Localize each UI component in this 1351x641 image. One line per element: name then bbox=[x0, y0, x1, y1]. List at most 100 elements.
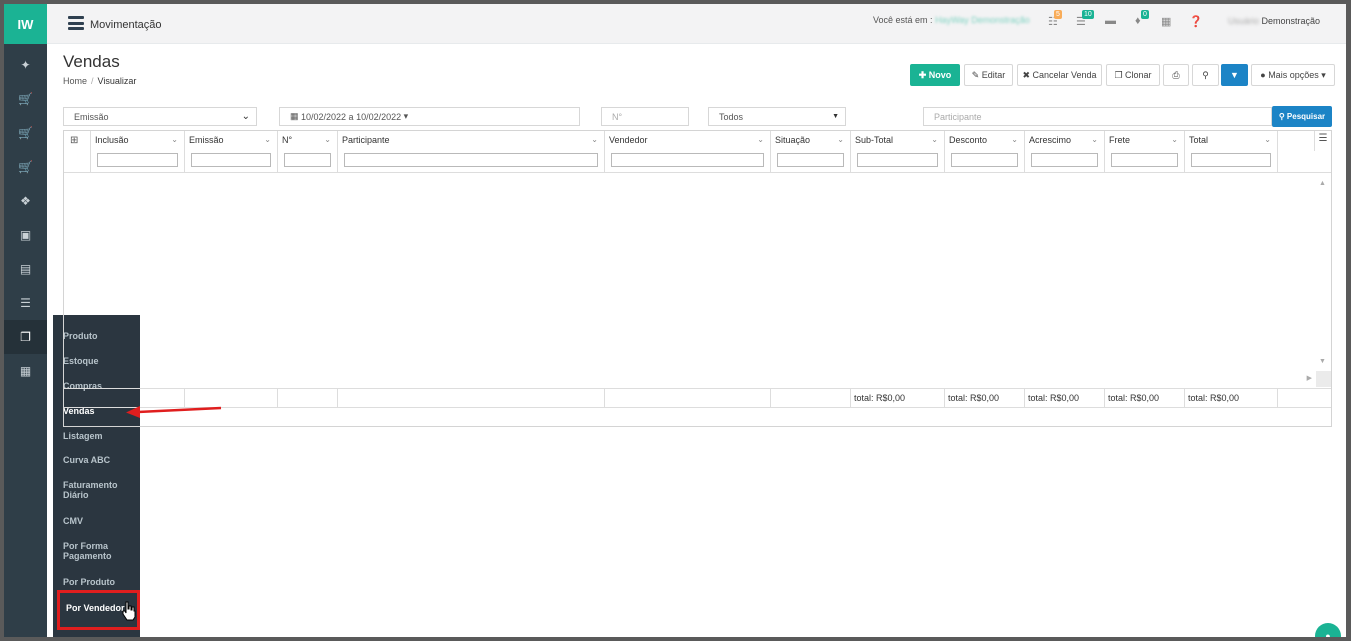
col-frete[interactable]: Frete ⌄ bbox=[1105, 131, 1185, 173]
situacao-filter-input[interactable] bbox=[777, 153, 844, 167]
footer-acrescimo: total: R$0,00 bbox=[1025, 389, 1105, 408]
reports-icon[interactable]: ❐ bbox=[4, 320, 47, 354]
clonar-button[interactable]: ❐ Clonar bbox=[1106, 64, 1160, 86]
scroll-down-icon[interactable]: ▼ bbox=[1319, 358, 1326, 365]
chevron-down-icon: ⌄ bbox=[1171, 135, 1178, 144]
tasks-icon[interactable]: ☰ 10 bbox=[1076, 10, 1094, 28]
app-window: IW ✦ 🛒 🛒 🛒 ❖ ▣ ▤ ☰ ❐ ▦ Produto Estoque C… bbox=[0, 0, 1351, 641]
numero-filter-input[interactable] bbox=[284, 153, 331, 167]
footer-subtotal: total: R$0,00 bbox=[851, 389, 945, 408]
pin-icon[interactable]: ✦ bbox=[4, 48, 47, 82]
col-numero[interactable]: N° ⌄ bbox=[278, 131, 338, 173]
chat-icon[interactable]: ● bbox=[1315, 623, 1341, 637]
col-vendedor[interactable]: Vendedor ⌄ bbox=[605, 131, 771, 173]
chevron-down-icon: ⌄ bbox=[1011, 135, 1018, 144]
card-icon[interactable]: ▬ bbox=[1105, 15, 1116, 27]
inclusao-filter-input[interactable] bbox=[97, 153, 178, 167]
sitemap-icon[interactable]: ☷ 5 bbox=[1048, 10, 1062, 28]
hamburger-menu-icon[interactable] bbox=[68, 16, 84, 30]
col-total[interactable]: Total ⌄ bbox=[1185, 131, 1278, 173]
footer-cell bbox=[278, 389, 338, 408]
chevron-down-icon: ⌄ bbox=[324, 135, 331, 144]
footer-total: total: R$0,00 bbox=[1185, 389, 1278, 408]
col-emissao[interactable]: Emissão ⌄ bbox=[185, 131, 278, 173]
user-menu[interactable]: Usuário Demonstração bbox=[1228, 16, 1320, 26]
col-situacao[interactable]: Situação ⌄ bbox=[771, 131, 851, 173]
scroll-right-icon[interactable]: ▶ bbox=[1307, 374, 1312, 382]
subtotal-filter-input[interactable] bbox=[857, 153, 938, 167]
menu-item-curva-abc[interactable]: Curva ABC bbox=[53, 455, 140, 480]
inbox-icon[interactable]: ▤ bbox=[4, 252, 47, 286]
date-type-select[interactable]: Emissão ⌄ bbox=[63, 107, 257, 126]
help-icon[interactable]: ❓ bbox=[1189, 15, 1203, 28]
emissao-filter-input[interactable] bbox=[191, 153, 271, 167]
document-icon[interactable]: ▦ bbox=[4, 354, 47, 388]
cart-icon[interactable]: 🛒 bbox=[4, 150, 47, 184]
plus-icon: ✚ bbox=[918, 69, 929, 80]
breadcrumb-home[interactable]: Home bbox=[63, 76, 87, 86]
vertical-scrollbar[interactable]: ▲ ▼ bbox=[1317, 174, 1331, 371]
chevron-down-icon: ⌄ bbox=[264, 135, 271, 144]
notification-badge: 0 bbox=[1141, 10, 1149, 19]
participante-filter-input[interactable] bbox=[344, 153, 598, 167]
user-prefix: Usuário bbox=[1227, 16, 1259, 26]
vendedor-filter-input[interactable] bbox=[611, 153, 764, 167]
notification-badge: 5 bbox=[1054, 10, 1062, 19]
copy-icon: ❐ bbox=[1114, 69, 1126, 80]
caret-down-icon: ▾ bbox=[401, 111, 409, 121]
numero-input[interactable]: N° bbox=[601, 107, 689, 126]
filter-button[interactable]: ▼ bbox=[1221, 64, 1248, 86]
status-select[interactable]: Todos ▼ bbox=[708, 107, 846, 126]
col-inclusao[interactable]: Inclusão ⌄ bbox=[91, 131, 185, 173]
acrescimo-filter-input[interactable] bbox=[1031, 153, 1098, 167]
editar-button[interactable]: ✎ Editar bbox=[964, 64, 1013, 86]
app-logo[interactable]: IW bbox=[4, 4, 47, 44]
novo-button[interactable]: ✚ Novo bbox=[910, 64, 960, 86]
footer-desconto: total: R$0,00 bbox=[945, 389, 1025, 408]
search-icon: ⚲ bbox=[1202, 69, 1209, 80]
cubes-icon[interactable]: ❖ bbox=[4, 184, 47, 218]
caret-down-icon: ▾ bbox=[1318, 69, 1326, 80]
mais-opcoes-button[interactable]: ● Mais opções ▾ bbox=[1251, 64, 1335, 86]
menu-item-cmv[interactable]: CMV bbox=[53, 516, 140, 541]
cancelar-venda-button[interactable]: ✖ Cancelar Venda bbox=[1017, 64, 1102, 86]
menu-item-por-vendedor[interactable]: Por Vendedor bbox=[66, 603, 125, 613]
col-acrescimo[interactable]: Acrescimo ⌄ bbox=[1025, 131, 1105, 173]
chevron-down-icon: ⌄ bbox=[837, 135, 844, 144]
cart-icon[interactable]: 🛒 bbox=[4, 82, 47, 116]
col-participante[interactable]: Participante ⌄ bbox=[338, 131, 605, 173]
list-icon[interactable]: ☰ bbox=[4, 286, 47, 320]
menu-item-faturamento-diario[interactable]: Faturamento Diário bbox=[53, 480, 140, 516]
bell-icon[interactable]: ♦ 0 bbox=[1135, 10, 1149, 27]
calendar-icon[interactable]: ▦ bbox=[1161, 15, 1171, 28]
search-button[interactable]: ⚲ bbox=[1192, 64, 1219, 86]
column-menu-icon[interactable]: ☰ bbox=[1314, 131, 1331, 151]
date-range-picker[interactable]: ▦ 10/02/2022 a 10/02/2022 ▾ bbox=[279, 107, 580, 126]
plus-square-icon[interactable]: ⊞ bbox=[70, 135, 78, 146]
menu-item-por-forma-pagamento[interactable]: Por Forma Pagamento bbox=[53, 541, 140, 577]
col-desconto[interactable]: Desconto ⌄ bbox=[945, 131, 1025, 173]
pesquisar-button[interactable]: ⚲ Pesquisar bbox=[1272, 106, 1332, 127]
total-filter-input[interactable] bbox=[1191, 153, 1271, 167]
col-subtotal[interactable]: Sub-Total ⌄ bbox=[851, 131, 945, 173]
calendar-icon: ▦ bbox=[290, 111, 302, 121]
page-title: Vendas bbox=[63, 52, 120, 71]
footer-cell bbox=[338, 389, 605, 408]
footer-frete: total: R$0,00 bbox=[1105, 389, 1185, 408]
footer-cell bbox=[605, 389, 771, 408]
participante-search-input[interactable]: Participante bbox=[923, 107, 1272, 126]
cube-icon[interactable]: ▣ bbox=[4, 218, 47, 252]
breadcrumb: Home / Visualizar bbox=[63, 76, 137, 86]
chevron-down-icon: ⌄ bbox=[591, 135, 598, 144]
scrollbar-corner bbox=[1316, 371, 1331, 387]
cart-icon[interactable]: 🛒 bbox=[4, 116, 47, 150]
print-button[interactable]: ⎙ bbox=[1163, 64, 1189, 86]
frete-filter-input[interactable] bbox=[1111, 153, 1178, 167]
circle-icon: ● bbox=[1260, 70, 1269, 80]
company-name[interactable]: HayWay Demonstração bbox=[935, 15, 1030, 25]
horizontal-scrollbar[interactable]: ▶ bbox=[64, 371, 1318, 387]
scroll-up-icon[interactable]: ▲ bbox=[1319, 180, 1326, 187]
desconto-filter-input[interactable] bbox=[951, 153, 1018, 167]
module-title: Movimentação bbox=[90, 19, 162, 31]
menu-item-listagem[interactable]: Listagem bbox=[53, 431, 140, 455]
